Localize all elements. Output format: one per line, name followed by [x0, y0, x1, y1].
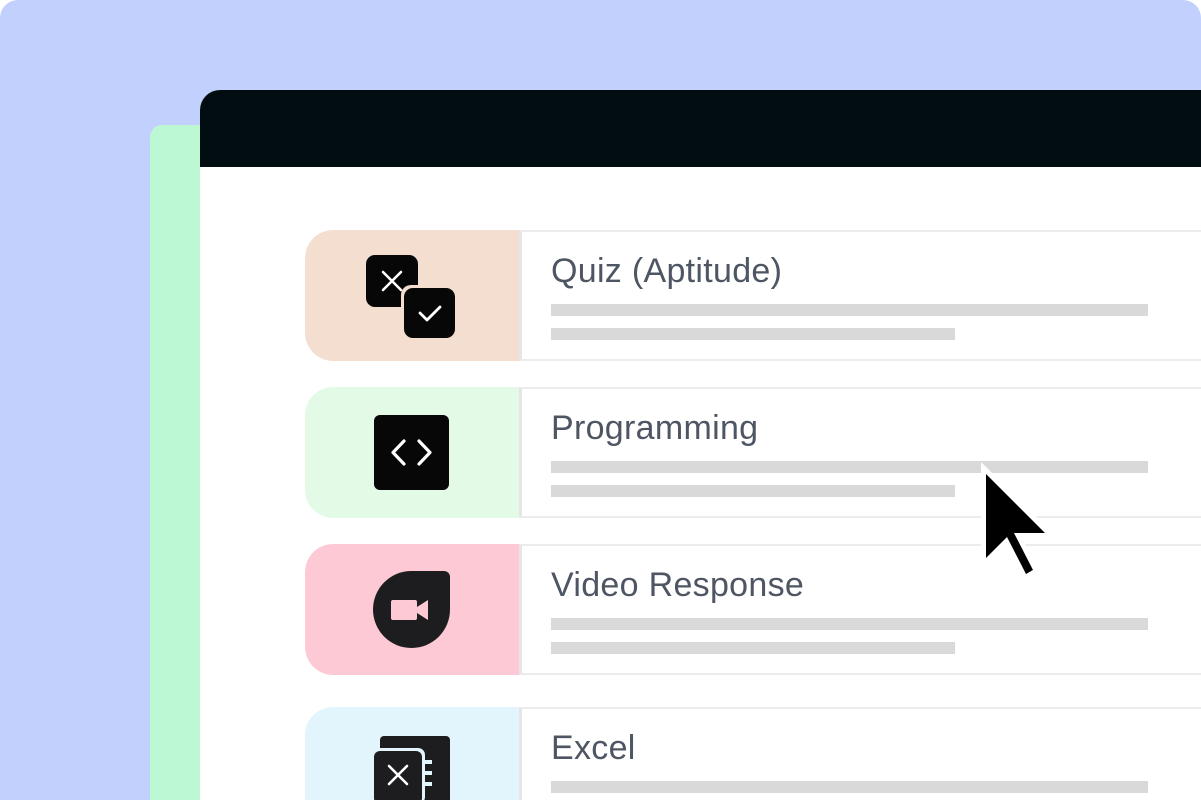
mouse-pointer-icon [981, 462, 1058, 584]
placeholder-line [551, 781, 1148, 793]
card-icon-area [305, 387, 519, 518]
code-icon [374, 415, 449, 490]
app-window: Quiz (Aptitude) Programming Video Respon… [200, 90, 1201, 800]
assessment-card-programming[interactable]: Programming [305, 387, 1201, 518]
card-icon-area [305, 544, 519, 675]
card-icon-area [305, 230, 519, 361]
card-body: Programming [519, 387, 1201, 518]
card-title-video-response: Video Response [551, 566, 805, 604]
card-body: Quiz (Aptitude) [519, 230, 1201, 361]
placeholder-line [551, 642, 955, 654]
excel-icon [371, 736, 450, 800]
assessment-card-quiz[interactable]: Quiz (Aptitude) [305, 230, 1201, 361]
card-icon-area [305, 707, 519, 800]
placeholder-line [551, 618, 1148, 630]
placeholder-line [551, 485, 955, 497]
card-title-programming: Programming [551, 409, 759, 447]
assessment-card-video-response[interactable]: Video Response [305, 544, 1201, 675]
card-title-excel: Excel [551, 729, 636, 767]
placeholder-line [551, 328, 955, 340]
assessment-card-excel[interactable]: Excel [305, 707, 1201, 800]
quiz-icon [366, 255, 457, 340]
window-titlebar [200, 90, 1201, 167]
card-body: Excel [519, 707, 1201, 800]
card-body: Video Response [519, 544, 1201, 675]
video-camera-icon [373, 571, 450, 648]
card-title-quiz: Quiz (Aptitude) [551, 252, 783, 290]
placeholder-line [551, 304, 1148, 316]
